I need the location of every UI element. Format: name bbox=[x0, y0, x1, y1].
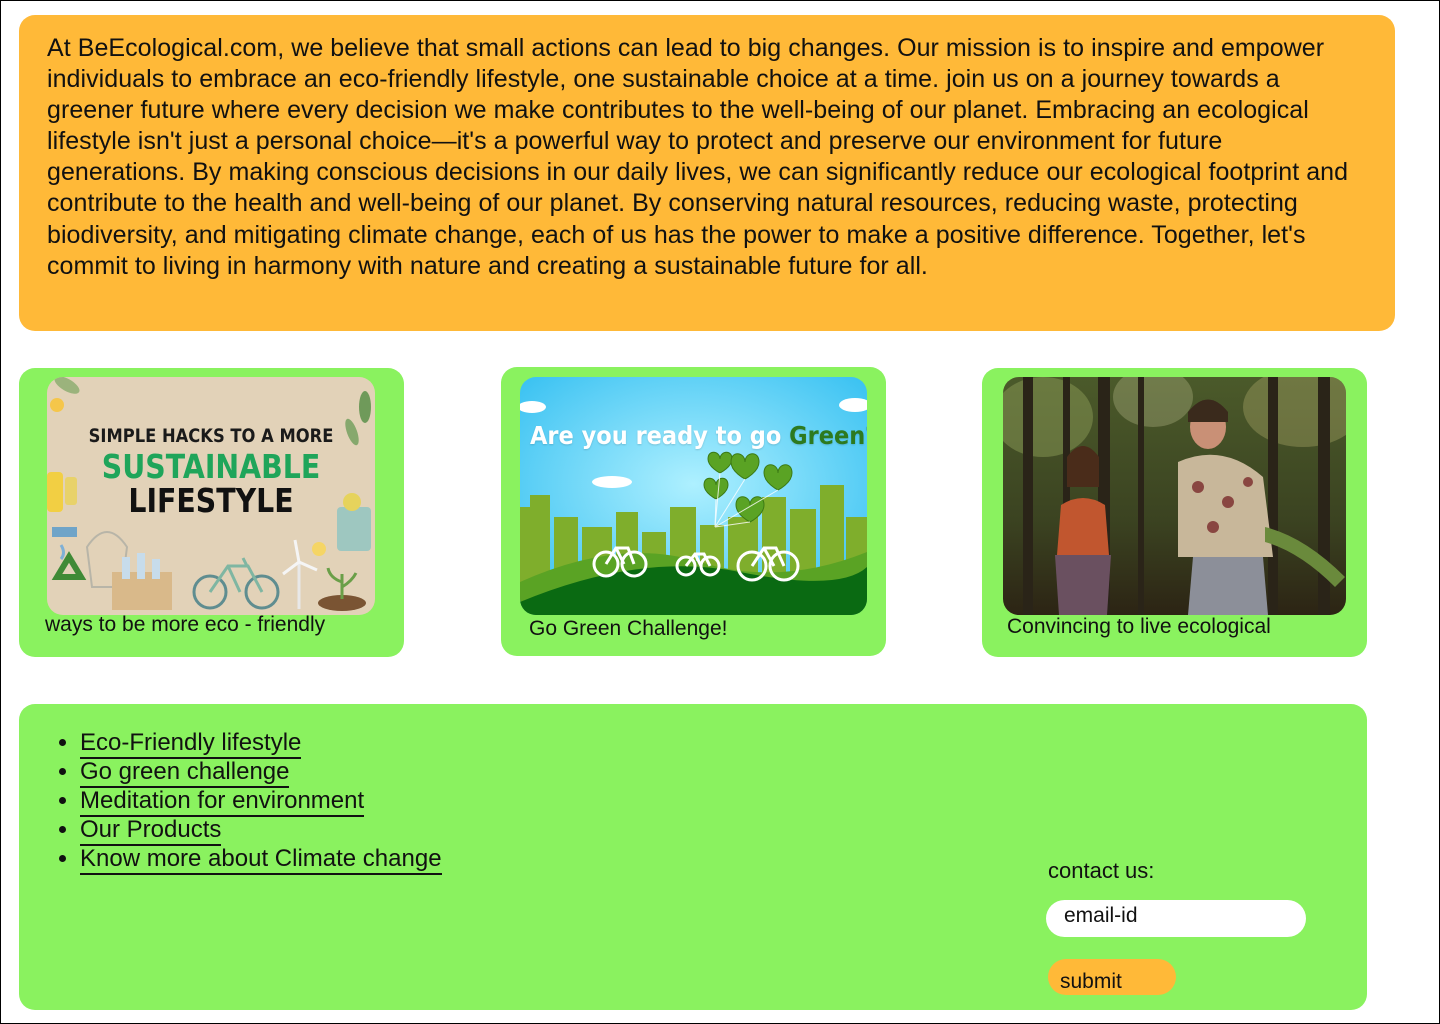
city-bicycles-illustration bbox=[520, 377, 867, 615]
card-go-green[interactable]: Are you ready to go Green? Go Green Chal… bbox=[501, 367, 886, 656]
card-eco-friendly[interactable]: SIMPLE HACKS TO A MORE SUSTAINABLE LIFES… bbox=[19, 368, 404, 657]
link-our-products[interactable]: Our Products bbox=[80, 816, 222, 846]
footer-panel: Eco-Friendly lifestyle Go green challeng… bbox=[19, 704, 1367, 1010]
list-item: Meditation for environment bbox=[80, 786, 442, 817]
intro-text: At BeEcological.com, we believe that sma… bbox=[47, 34, 1349, 280]
list-item: Go green challenge bbox=[80, 757, 442, 788]
go-green-image[interactable]: Are you ready to go Green? bbox=[520, 377, 867, 615]
card-caption[interactable]: ways to be more eco - friendly bbox=[45, 613, 325, 637]
intro-panel: At BeEcological.com, we believe that sma… bbox=[19, 15, 1395, 331]
link-eco-friendly-lifestyle[interactable]: Eco-Friendly lifestyle bbox=[80, 729, 302, 759]
link-go-green-challenge[interactable]: Go green challenge bbox=[80, 758, 290, 788]
footer-links: Eco-Friendly lifestyle Go green challeng… bbox=[80, 728, 442, 875]
list-item: Our Products bbox=[80, 815, 442, 846]
submit-button[interactable]: submit bbox=[1048, 959, 1176, 995]
image-headline-line3: LIFESTYLE bbox=[128, 481, 294, 520]
image-headline-line1: SIMPLE HACKS TO A MORE bbox=[88, 425, 334, 447]
link-climate-change[interactable]: Know more about Climate change bbox=[80, 845, 442, 875]
list-item: Know more about Climate change bbox=[80, 844, 442, 875]
contact-label: contact us: bbox=[1048, 858, 1155, 883]
link-meditation-for-environment[interactable]: Meditation for environment bbox=[80, 787, 365, 817]
card-caption[interactable]: Convincing to live ecological bbox=[1007, 615, 1271, 639]
image-headline: Are you ready to go Green? bbox=[530, 421, 867, 450]
sustainable-lifestyle-image[interactable]: SIMPLE HACKS TO A MORE SUSTAINABLE LIFES… bbox=[47, 377, 375, 615]
forest-people-photo bbox=[1003, 377, 1346, 615]
list-item: Eco-Friendly lifestyle bbox=[80, 728, 442, 759]
forest-scene-image[interactable] bbox=[1003, 377, 1346, 615]
card-caption[interactable]: Go Green Challenge! bbox=[529, 617, 727, 641]
email-field[interactable] bbox=[1046, 900, 1306, 937]
card-convincing[interactable]: Convincing to live ecological bbox=[982, 368, 1367, 657]
